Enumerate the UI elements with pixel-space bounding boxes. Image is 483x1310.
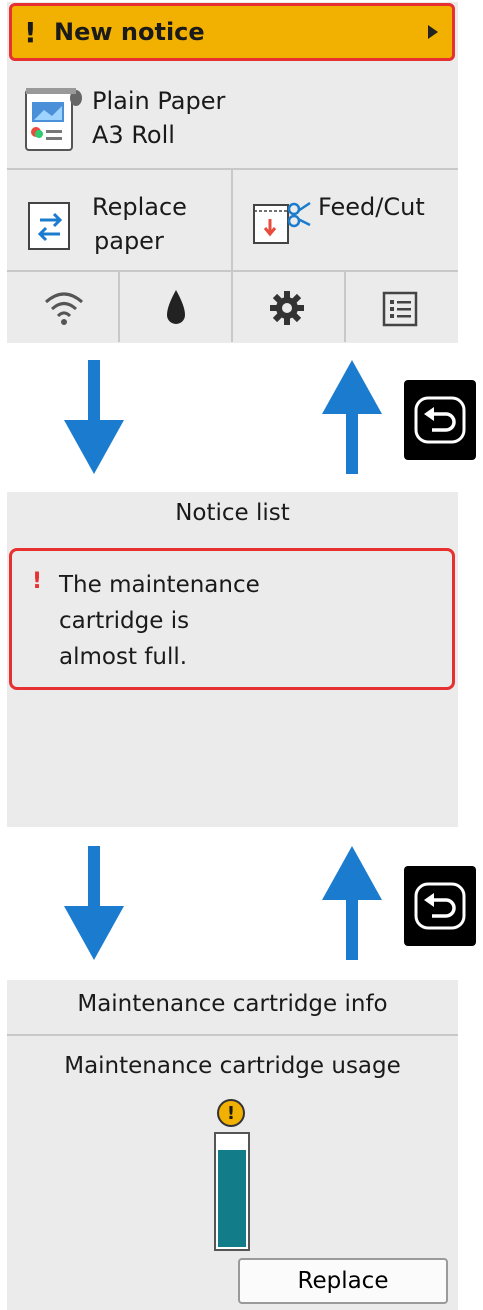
notice-alert-mark: ! [24,15,37,49]
paper-type: Plain Paper [92,87,226,115]
arrow-down-icon [64,846,124,960]
new-notice-button[interactable]: ! New notice [9,3,455,61]
arrow-down-icon [64,360,124,474]
roll-paper-icon [25,88,82,151]
replace-line1: Replace [92,193,187,221]
paper-info-text: Plain Paper A3 Roll [92,84,225,152]
arrow-up-icon [322,360,382,474]
replace-button[interactable]: Replace [238,1258,448,1304]
back-button[interactable] [404,380,476,460]
back-icon [414,882,466,930]
usage-gauge-fill [218,1149,246,1247]
divider [7,1034,458,1036]
replace-paper-label: Replace paper [92,190,187,258]
usage-label: Maintenance cartridge usage [64,1053,401,1079]
notice-message: The maintenance cartridge is almost full… [59,572,260,670]
feed-cut-icon [253,201,311,244]
alert-mark: ! [32,569,43,594]
list-icon [382,291,418,327]
ink-drop-icon [167,290,185,324]
notice-list-item[interactable]: ! The maintenance cartridge is almost fu… [9,548,455,690]
notice-list-title: Notice list [175,500,290,526]
paper-size: A3 Roll [92,121,175,149]
back-icon [414,396,466,444]
replace-paper-icon [28,202,70,250]
replace-line2: paper [94,227,164,255]
arrow-up-icon [322,846,382,960]
warning-icon: ! [217,1099,245,1127]
arrow-right-icon [428,25,438,39]
maintenance-info-title: Maintenance cartridge info [77,991,388,1017]
wifi-icon [45,292,83,325]
back-button[interactable] [404,866,476,946]
gear-icon [270,291,304,325]
new-notice-label: New notice [54,18,205,46]
feed-cut-label: Feed/Cut [318,193,425,221]
usage-gauge [214,1132,250,1251]
